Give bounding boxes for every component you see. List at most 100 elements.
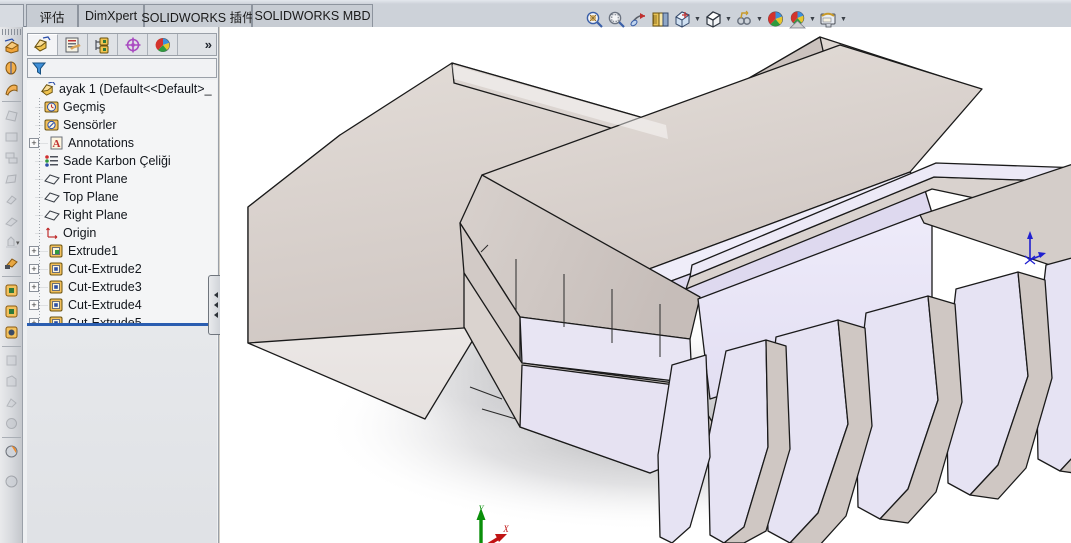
cut-extrude-icon bbox=[48, 261, 65, 277]
feature-manager-design-tree-tab[interactable] bbox=[28, 34, 58, 55]
dome-icon[interactable] bbox=[2, 414, 21, 433]
previous-view-icon[interactable] bbox=[627, 8, 649, 30]
feature-tree-filter-row[interactable] bbox=[27, 58, 217, 78]
command-manager-tab-strip: 评估 DimXpert SOLIDWORKS 插件 SOLIDWORKS MBD bbox=[0, 0, 1071, 27]
tree-item-annotations[interactable]: + A Annotations bbox=[27, 134, 217, 152]
tree-item-front-plane[interactable]: Front Plane bbox=[27, 170, 217, 188]
expand-toggle-icon[interactable]: + bbox=[29, 264, 39, 274]
view-orientation-icon[interactable] bbox=[671, 8, 693, 30]
apply-scene-icon[interactable] bbox=[786, 8, 808, 30]
boundary-cut-icon[interactable] bbox=[2, 253, 21, 272]
extruded-cut-icon[interactable] bbox=[2, 148, 21, 167]
edit-appearance-icon[interactable] bbox=[764, 8, 786, 30]
zoom-to-fit-icon[interactable] bbox=[583, 8, 605, 30]
tree-item-cut-extrude2[interactable]: + Cut-Extrude2 bbox=[27, 260, 217, 278]
tree-item-label: Geçmiş bbox=[63, 100, 106, 114]
tab-solidworks-mbd[interactable]: SOLIDWORKS MBD bbox=[252, 4, 373, 27]
feature-tree[interactable]: ayak 1 (Default<<Default>_ Geçmiş Sensör… bbox=[27, 80, 217, 323]
expand-toggle-icon[interactable]: + bbox=[29, 282, 39, 292]
lofted-boss-base-icon[interactable] bbox=[2, 106, 21, 125]
tree-guide-line bbox=[39, 98, 40, 322]
toolbar-separator bbox=[2, 276, 21, 277]
tree-item-cut-extrude3[interactable]: + Cut-Extrude3 bbox=[27, 278, 217, 296]
chevron-down-icon[interactable]: ▾ bbox=[16, 239, 20, 247]
dimxpert-manager-tab[interactable] bbox=[118, 34, 148, 55]
expand-toggle-icon[interactable]: + bbox=[29, 138, 39, 148]
fillet-icon[interactable] bbox=[2, 281, 21, 300]
tree-item-label: Top Plane bbox=[63, 190, 119, 204]
expand-toggle-icon[interactable]: + bbox=[29, 246, 39, 256]
tree-item-label: Front Plane bbox=[63, 172, 128, 186]
tree-item-label: Sade Karbon Çeliği bbox=[63, 154, 171, 168]
heads-up-view-toolbar: ▼ ▼ ▼ ▼ ▼ bbox=[583, 8, 848, 30]
chevron-left-icon bbox=[213, 302, 218, 308]
tree-item-label: Cut-Extrude5 bbox=[68, 316, 142, 323]
revolved-boss-base-icon[interactable] bbox=[2, 58, 21, 77]
tree-item-top-plane[interactable]: Top Plane bbox=[27, 188, 217, 206]
tree-item-label: ayak 1 (Default<<Default>_ bbox=[59, 82, 212, 96]
shell-icon[interactable] bbox=[2, 372, 21, 391]
display-manager-tab[interactable] bbox=[148, 34, 178, 55]
tab-partial-left[interactable] bbox=[0, 4, 24, 27]
expand-panel-chevron-icon[interactable]: » bbox=[205, 37, 212, 52]
plane-icon bbox=[43, 189, 60, 205]
linear-pattern-icon[interactable] bbox=[2, 302, 21, 321]
intersect-icon[interactable] bbox=[2, 472, 21, 491]
tree-connector bbox=[40, 142, 48, 144]
hole-wizard-icon[interactable] bbox=[2, 169, 21, 188]
tree-item-extrude1[interactable]: + Extrude1 bbox=[27, 242, 217, 260]
filter-icon bbox=[31, 62, 47, 75]
tab-evaluate[interactable]: 评估 bbox=[26, 4, 78, 27]
coordinate-triad: Y X Z bbox=[463, 499, 519, 543]
tree-item-history[interactable]: Geçmiş bbox=[27, 98, 217, 116]
swept-boss-base-icon[interactable] bbox=[2, 79, 21, 98]
chevron-down-icon[interactable]: ▼ bbox=[755, 8, 764, 30]
toolbar-separator bbox=[2, 437, 21, 438]
plane-icon bbox=[43, 171, 60, 187]
configuration-manager-tab[interactable] bbox=[88, 34, 118, 55]
history-icon bbox=[43, 99, 60, 115]
left-vertical-toolbar: ▾ bbox=[0, 27, 23, 543]
chevron-down-icon[interactable]: ▼ bbox=[693, 8, 702, 30]
tree-item-part-root[interactable]: ayak 1 (Default<<Default>_ bbox=[27, 80, 217, 98]
view-settings-icon[interactable] bbox=[817, 8, 839, 30]
expand-toggle-icon[interactable]: + bbox=[29, 300, 39, 310]
tree-item-label: Origin bbox=[63, 226, 97, 240]
tree-item-material[interactable]: Sade Karbon Çeliği bbox=[27, 152, 217, 170]
instant3d-icon[interactable] bbox=[2, 442, 21, 461]
toolbar-drag-grip[interactable] bbox=[2, 29, 21, 35]
draft-icon[interactable] bbox=[2, 351, 21, 370]
property-manager-tab[interactable] bbox=[58, 34, 88, 55]
wrap-icon[interactable] bbox=[2, 393, 21, 412]
chevron-down-icon[interactable]: ▼ bbox=[724, 8, 733, 30]
tree-item-origin[interactable]: Origin bbox=[27, 224, 217, 242]
tree-item-sensors[interactable]: Sensörler bbox=[27, 116, 217, 134]
tab-dimxpert[interactable]: DimXpert bbox=[78, 4, 144, 27]
material-icon bbox=[43, 153, 60, 169]
swept-cut-icon[interactable] bbox=[2, 211, 21, 230]
zoom-to-area-icon[interactable] bbox=[605, 8, 627, 30]
feature-manager-panel: » ayak 1 (Default<<Default>_ Geçmiş Sens… bbox=[23, 27, 219, 543]
graphics-viewport[interactable]: Y X Z bbox=[220, 27, 1071, 543]
chevron-down-icon[interactable]: ▼ bbox=[839, 8, 848, 30]
cut-extrude-icon bbox=[48, 297, 65, 313]
tree-connector bbox=[40, 268, 48, 270]
feature-tree-filter-input[interactable] bbox=[47, 61, 207, 75]
tree-item-cut-extrude5[interactable]: + Cut-Extrude5 bbox=[27, 314, 217, 323]
hide-show-items-icon[interactable] bbox=[733, 8, 755, 30]
toolbar-separator bbox=[2, 346, 21, 347]
feature-manager-tab-bar: » bbox=[27, 33, 217, 56]
section-view-icon[interactable] bbox=[649, 8, 671, 30]
revolved-cut-icon[interactable] bbox=[2, 190, 21, 209]
tab-solidworks-addins[interactable]: SOLIDWORKS 插件 bbox=[141, 4, 255, 27]
tree-item-label: Extrude1 bbox=[68, 244, 119, 258]
tree-item-cut-extrude4[interactable]: + Cut-Extrude4 bbox=[27, 296, 217, 314]
tree-item-label: Cut-Extrude3 bbox=[68, 280, 142, 294]
display-style-icon[interactable] bbox=[702, 8, 724, 30]
tree-item-right-plane[interactable]: Right Plane bbox=[27, 206, 217, 224]
rib-icon[interactable] bbox=[2, 323, 21, 342]
tree-item-label: Annotations bbox=[68, 136, 135, 150]
chevron-down-icon[interactable]: ▼ bbox=[808, 8, 817, 30]
extruded-boss-base-icon[interactable] bbox=[2, 37, 21, 56]
boundary-boss-base-icon[interactable] bbox=[2, 127, 21, 146]
